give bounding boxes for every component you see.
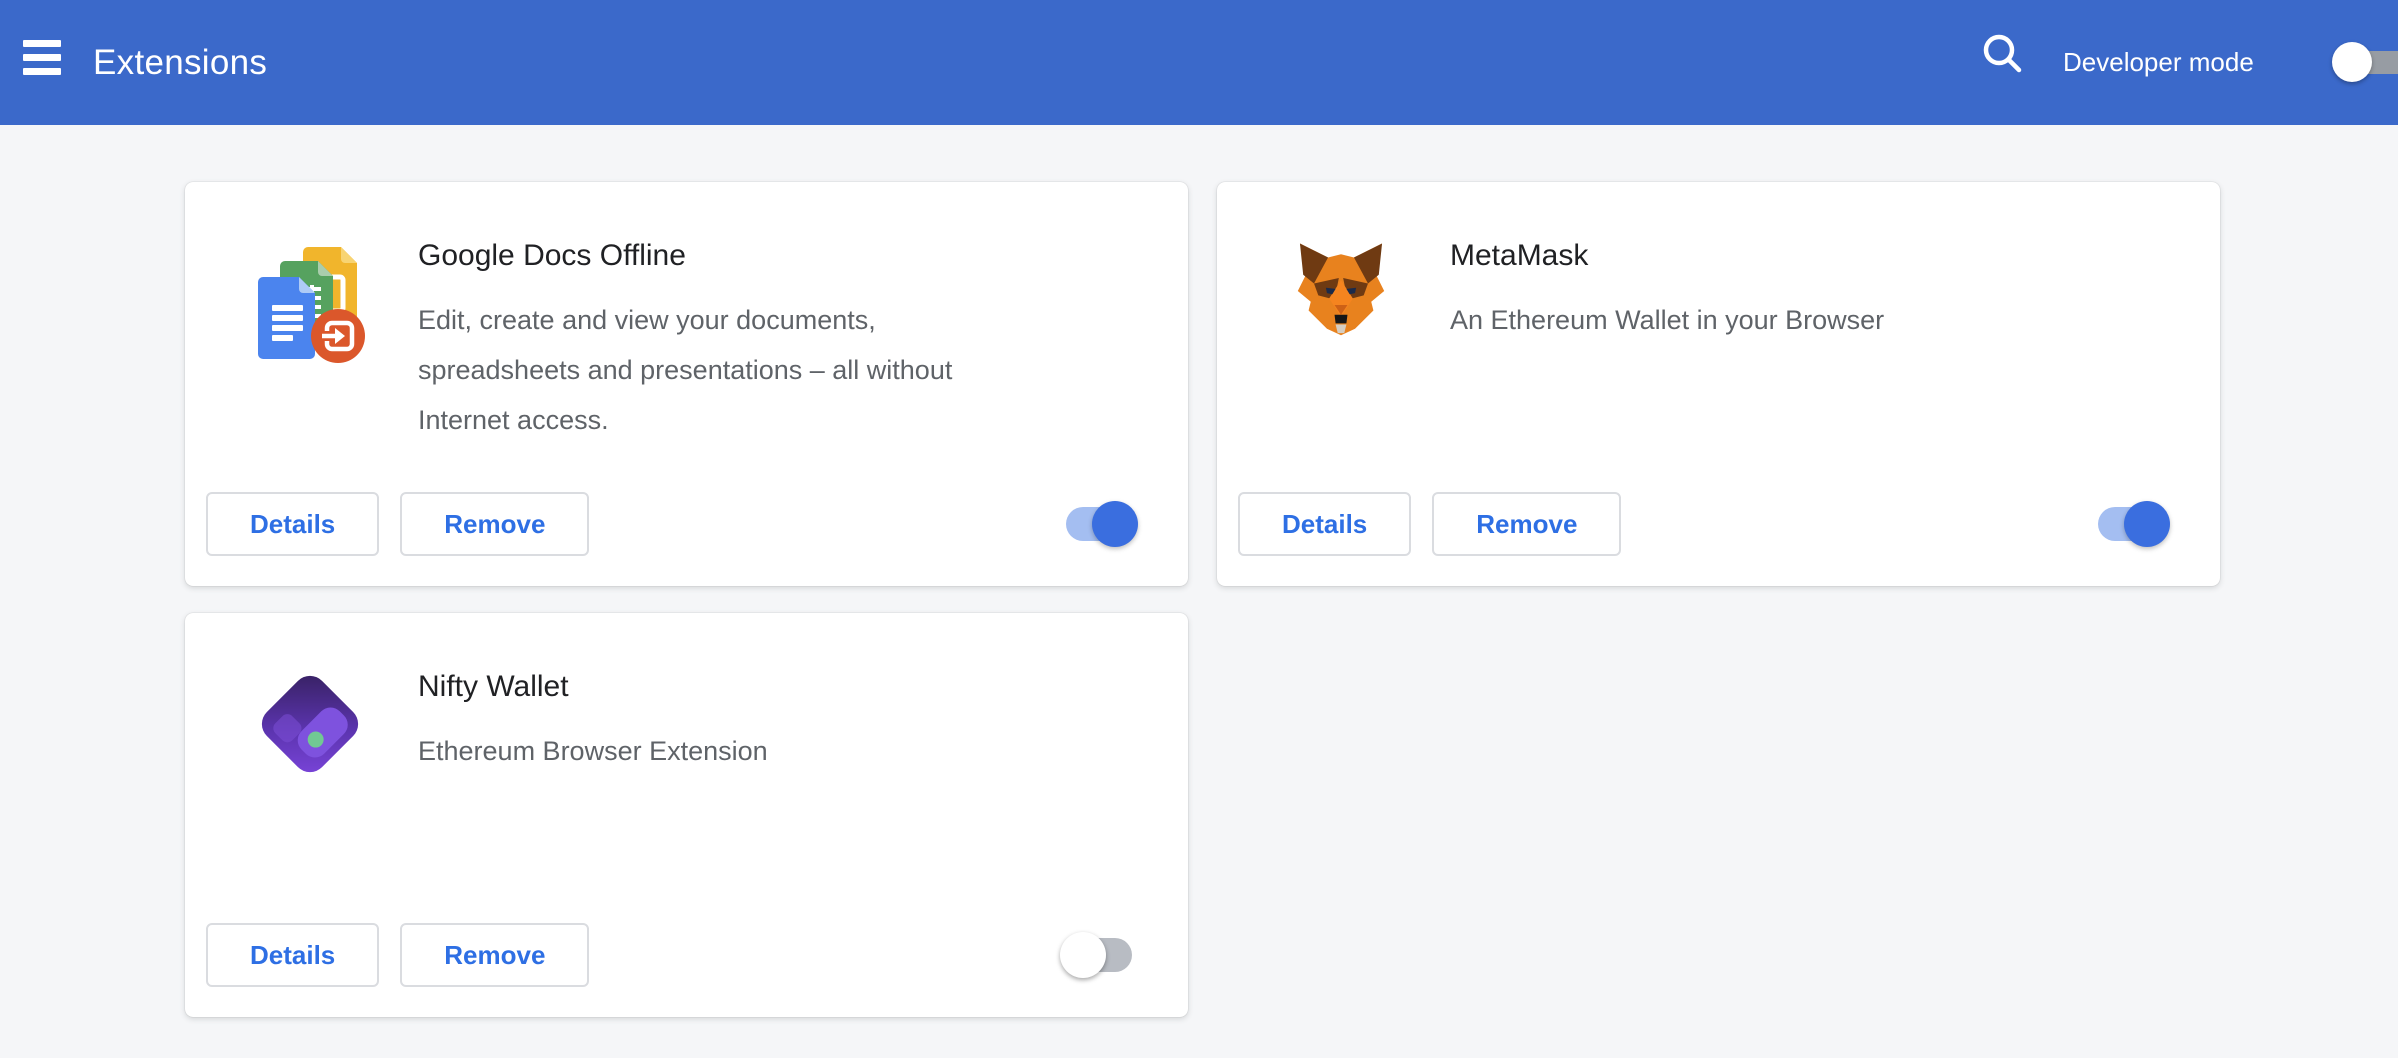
description-line: spreadsheets and presentations – all wit… bbox=[418, 345, 952, 395]
details-button[interactable]: Details bbox=[206, 923, 379, 987]
description-line: Edit, create and view your documents, bbox=[418, 295, 952, 345]
hamburger-menu-icon[interactable] bbox=[23, 37, 63, 77]
extensions-grid: Google Docs Offline Edit, create and vie… bbox=[0, 125, 2398, 1017]
card-body: Nifty Wallet Ethereum Browser Extension bbox=[255, 668, 1148, 803]
extension-name: Nifty Wallet bbox=[418, 668, 768, 706]
toggle-knob bbox=[1092, 501, 1138, 547]
card-text: Google Docs Offline Edit, create and vie… bbox=[418, 237, 952, 445]
metamask-fox-icon bbox=[1287, 237, 1402, 372]
nifty-wallet-icon bbox=[255, 668, 370, 803]
extension-name: MetaMask bbox=[1450, 237, 1884, 275]
developer-mode-label: Developer mode bbox=[2063, 0, 2254, 125]
extension-enable-toggle[interactable] bbox=[2098, 501, 2164, 547]
description-line: Internet access. bbox=[418, 395, 952, 445]
card-actions: Details Remove bbox=[1238, 491, 2164, 557]
extension-enable-toggle[interactable] bbox=[1066, 932, 1132, 978]
extensions-list: Google Docs Offline Edit, create and vie… bbox=[0, 125, 2398, 1058]
developer-mode-toggle[interactable] bbox=[2332, 41, 2398, 83]
details-button[interactable]: Details bbox=[1238, 492, 1411, 556]
hamburger-bar bbox=[23, 54, 61, 61]
toggle-knob bbox=[2332, 42, 2372, 82]
extension-card-google-docs-offline: Google Docs Offline Edit, create and vie… bbox=[185, 182, 1188, 586]
description-line: Ethereum Browser Extension bbox=[418, 726, 768, 776]
remove-button[interactable]: Remove bbox=[400, 923, 589, 987]
extension-description: Ethereum Browser Extension bbox=[418, 726, 768, 776]
extension-description: An Ethereum Wallet in your Browser bbox=[1450, 295, 1884, 345]
remove-button[interactable]: Remove bbox=[400, 492, 589, 556]
extension-card-metamask: MetaMask An Ethereum Wallet in your Brow… bbox=[1217, 182, 2220, 586]
toggle-knob bbox=[1060, 932, 1106, 978]
card-body: Google Docs Offline Edit, create and vie… bbox=[255, 237, 1148, 445]
details-button[interactable]: Details bbox=[206, 492, 379, 556]
google-docs-offline-icon bbox=[255, 237, 370, 372]
card-text: Nifty Wallet Ethereum Browser Extension bbox=[418, 668, 768, 776]
page-title: Extensions bbox=[93, 0, 267, 125]
card-actions: Details Remove bbox=[206, 491, 1132, 557]
search-icon-glyph bbox=[1977, 29, 2029, 81]
hamburger-bar bbox=[23, 68, 61, 75]
extension-enable-toggle[interactable] bbox=[1066, 501, 1132, 547]
extension-description: Edit, create and view your documents, sp… bbox=[418, 295, 952, 445]
extension-card-nifty-wallet: Nifty Wallet Ethereum Browser Extension … bbox=[185, 613, 1188, 1017]
toolbar: Extensions Developer mode bbox=[0, 0, 2398, 125]
description-line: An Ethereum Wallet in your Browser bbox=[1450, 295, 1884, 345]
card-body: MetaMask An Ethereum Wallet in your Brow… bbox=[1287, 237, 2180, 372]
extension-name: Google Docs Offline bbox=[418, 237, 952, 275]
search-icon[interactable] bbox=[1977, 29, 2029, 81]
remove-button[interactable]: Remove bbox=[1432, 492, 1621, 556]
card-actions: Details Remove bbox=[206, 922, 1132, 988]
card-text: MetaMask An Ethereum Wallet in your Brow… bbox=[1450, 237, 1884, 345]
toggle-knob bbox=[2124, 501, 2170, 547]
hamburger-bar bbox=[23, 40, 61, 47]
